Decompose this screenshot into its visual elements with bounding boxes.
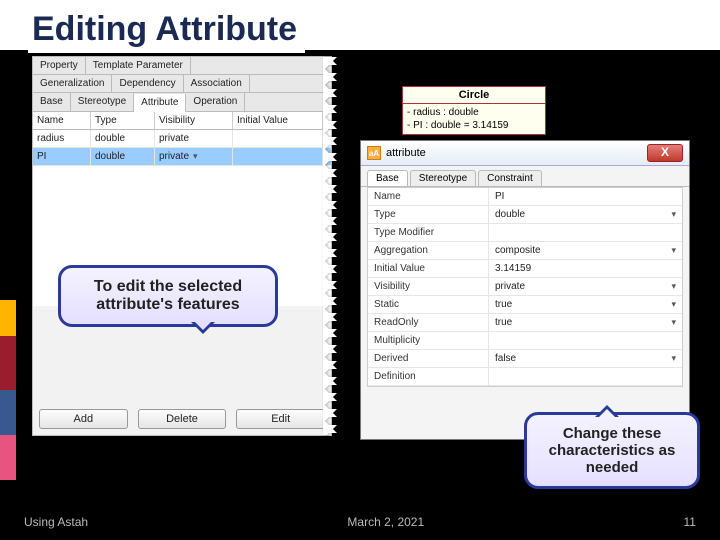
uml-class-box: Circle - radius : double - PI : double =… [402,86,546,135]
prop-label: Static [368,296,488,313]
attribute-table-header: Name Type Visibility Initial Value [33,112,331,130]
cell-type: double [91,148,155,165]
readonly-field[interactable]: true▾ [488,314,682,331]
slide-footer: Using Astah March 2, 2021 11 [0,504,720,540]
footer-page: 11 [684,515,696,529]
name-field[interactable]: PI [488,188,682,205]
prop-label: Name [368,188,488,205]
prop-label: Aggregation [368,242,488,259]
type-field[interactable]: double▾ [488,206,682,223]
dialog-tab-stereotype[interactable]: Stereotype [410,170,476,186]
prop-label: Initial Value [368,260,488,277]
attribute-icon: aA [367,146,381,160]
prop-label: Multiplicity [368,332,488,349]
edit-button[interactable]: Edit [236,409,325,429]
uml-attribute: - radius : double [407,106,541,119]
col-type-header: Type [91,112,155,129]
cell-name: PI [33,148,91,165]
footer-date: March 2, 2021 [347,515,424,529]
close-icon[interactable]: X [647,144,683,162]
callout-change-characteristics: Change these characteristics as needed [524,412,700,489]
definition-field[interactable] [488,368,682,385]
col-visibility-header: Visibility [155,112,233,129]
delete-button[interactable]: Delete [138,409,227,429]
prop-label: Visibility [368,278,488,295]
tab-generalization[interactable]: Generalization [33,75,112,92]
prop-label: Derived [368,350,488,367]
tab-stereotype[interactable]: Stereotype [71,93,134,111]
chevron-down-icon[interactable]: ▾ [671,245,676,256]
chevron-down-icon[interactable]: ▾ [671,281,676,292]
tab-property[interactable]: Property [33,57,86,74]
accent-sidebar [0,300,16,480]
initial-value-field[interactable]: 3.14159 [488,260,682,277]
attribute-tab-panel: Property Template Parameter Generalizati… [32,56,332,436]
uml-attribute: - PI : double = 3.14159 [407,119,541,132]
footer-left: Using Astah [24,515,88,529]
prop-label: Type [368,206,488,223]
callout-edit-features: To edit the selected attribute's feature… [58,265,278,327]
table-row[interactable]: radius double private [33,130,331,148]
tab-template-parameter[interactable]: Template Parameter [86,57,191,74]
chevron-down-icon[interactable]: ▾ [671,209,676,220]
prop-label: Type Modifier [368,224,488,241]
dialog-title: attribute [386,147,426,159]
table-row[interactable]: PI double private▾ [33,148,331,166]
cell-name: radius [33,130,91,147]
aggregation-field[interactable]: composite▾ [488,242,682,259]
cell-visibility: private▾ [155,148,233,165]
static-field[interactable]: true▾ [488,296,682,313]
tab-attribute[interactable]: Attribute [134,94,186,112]
col-name-header: Name [33,112,91,129]
visibility-field[interactable]: private▾ [488,278,682,295]
chevron-down-icon[interactable]: ▾ [671,299,676,310]
page-title: Editing Attribute [28,8,305,53]
dialog-tab-constraint[interactable]: Constraint [478,170,542,186]
dialog-tab-base[interactable]: Base [367,170,408,186]
add-button[interactable]: Add [39,409,128,429]
tab-association[interactable]: Association [184,75,250,92]
uml-class-name: Circle [403,87,545,104]
chevron-down-icon[interactable]: ▾ [193,151,198,162]
chevron-down-icon[interactable]: ▾ [671,353,676,364]
tab-dependency[interactable]: Dependency [112,75,183,92]
chevron-down-icon[interactable]: ▾ [671,317,676,328]
cell-initial [233,148,323,165]
cell-type: double [91,130,155,147]
property-grid: NamePI Typedouble▾ Type Modifier Aggrega… [367,187,683,387]
prop-label: ReadOnly [368,314,488,331]
tab-base[interactable]: Base [33,93,71,111]
prop-label: Definition [368,368,488,385]
type-modifier-field[interactable] [488,224,682,241]
attribute-dialog: aA attribute X Base Stereotype Constrain… [360,140,690,440]
multiplicity-field[interactable] [488,332,682,349]
derived-field[interactable]: false▾ [488,350,682,367]
cell-initial [233,130,323,147]
col-initial-value-header: Initial Value [233,112,323,129]
cell-visibility: private [155,130,233,147]
tab-operation[interactable]: Operation [186,93,245,111]
